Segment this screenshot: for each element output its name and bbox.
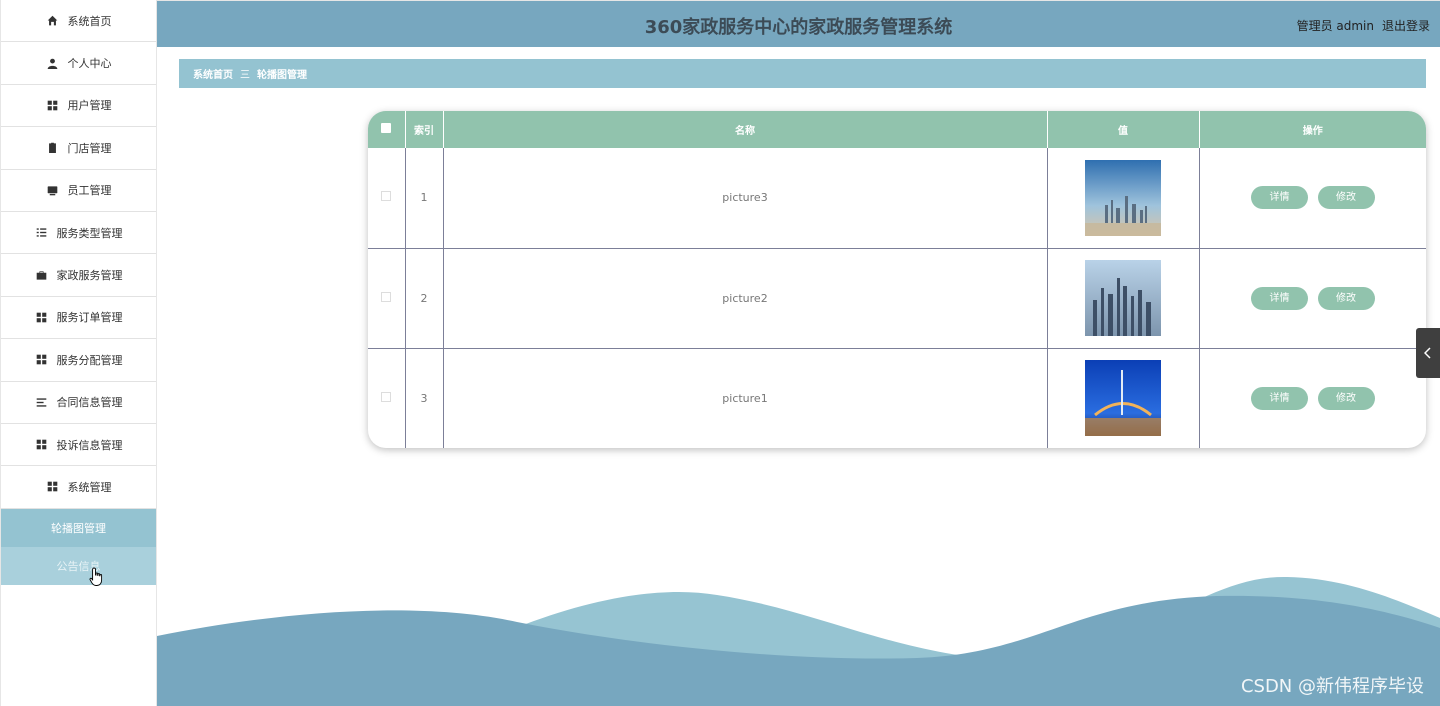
row-name: picture2 (443, 248, 1048, 348)
sidebar-item-staff[interactable]: 员工管理 (1, 170, 156, 212)
row-index: 3 (405, 348, 444, 448)
sidebar-item-orders[interactable]: 服务订单管理 (1, 297, 156, 340)
sidebar-item-profile[interactable]: 个人中心 (1, 42, 156, 85)
row-actions: 详情 修改 (1199, 248, 1426, 348)
sidebar-item-label: 投诉信息管理 (56, 438, 123, 452)
row-checkbox[interactable] (381, 391, 392, 402)
row-name: picture3 (443, 148, 1048, 248)
app-title: 360家政服务中心的家政服务管理系统 (644, 17, 953, 38)
header-user-area: 管理员 admin 退出登录 (1297, 17, 1430, 34)
sidebar-item-complaints[interactable]: 投诉信息管理 (1, 424, 156, 467)
row-value-cell (1047, 348, 1200, 448)
carousel-table-card: 索引 名称 值 操作 1 picture3 详情 修改 2 picture2 详… (368, 111, 1426, 448)
column-header-value: 值 (1047, 111, 1200, 148)
sidebar-item-assignment[interactable]: 服务分配管理 (1, 339, 156, 382)
home-icon (46, 14, 60, 28)
table-row: 1 picture3 详情 修改 (368, 148, 1426, 248)
monitor-icon (46, 183, 60, 197)
breadcrumb-home[interactable]: 系统首页 (193, 66, 233, 81)
select-all-header[interactable] (368, 111, 406, 148)
row-index: 2 (405, 248, 444, 348)
column-header-name: 名称 (443, 111, 1048, 148)
sidebar-item-label: 系统管理 (67, 480, 112, 494)
table-row: 2 picture2 详情 修改 (368, 248, 1426, 348)
sidebar-item-label: 系统首页 (67, 14, 112, 28)
side-panel-toggle[interactable] (1416, 328, 1440, 378)
sidebar-subitem-notices[interactable]: 公告信息 (1, 546, 156, 586)
breadcrumb: 系统首页 三 轮播图管理 (179, 59, 1426, 88)
top-header: 360家政服务中心的家政服务管理系统 管理员 admin 退出登录 (157, 0, 1440, 47)
sidebar: 系统首页 个人中心 用户管理 门店管理 员工管理 服务类型管理 家政服务管理 服… (0, 0, 157, 706)
sidebar-item-label: 员工管理 (67, 184, 112, 198)
sidebar-item-label: 合同信息管理 (56, 396, 123, 410)
menu-icon (35, 395, 49, 409)
carousel-image-thumbnail[interactable] (1085, 360, 1161, 437)
row-select-cell[interactable] (368, 248, 406, 348)
detail-button[interactable]: 详情 (1251, 386, 1308, 410)
sidebar-item-home-services[interactable]: 家政服务管理 (1, 254, 156, 297)
sidebar-item-label: 个人中心 (67, 57, 112, 71)
breadcrumb-separator: 三 (240, 70, 250, 81)
sidebar-item-stores[interactable]: 门店管理 (1, 127, 156, 170)
sidebar-item-label: 用户管理 (67, 99, 112, 113)
edit-button[interactable]: 修改 (1317, 286, 1375, 310)
sidebar-subitem-carousel[interactable]: 轮播图管理 (1, 508, 156, 547)
detail-button[interactable]: 详情 (1251, 186, 1308, 210)
row-value-cell (1047, 148, 1200, 248)
row-checkbox[interactable] (381, 191, 392, 202)
column-header-actions: 操作 (1302, 126, 1323, 137)
sidebar-item-label: 服务类型管理 (56, 226, 123, 240)
briefcase-icon (35, 268, 49, 282)
sidebar-item-label: 服务订单管理 (56, 311, 123, 325)
edit-button[interactable]: 修改 (1317, 386, 1375, 410)
sidebar-item-system[interactable]: 系统管理 (1, 466, 156, 509)
row-index: 1 (405, 148, 444, 248)
row-select-cell[interactable] (368, 348, 406, 448)
sidebar-item-label: 服务分配管理 (56, 353, 123, 367)
carousel-image-thumbnail[interactable] (1085, 260, 1161, 336)
user-icon (46, 56, 60, 70)
row-actions: 详情 修改 (1199, 348, 1426, 448)
breadcrumb-current: 轮播图管理 (257, 70, 307, 81)
grid-icon (46, 480, 60, 494)
edit-button[interactable]: 修改 (1317, 186, 1375, 210)
chevron-left-icon (1424, 347, 1431, 359)
sidebar-item-label: 家政服务管理 (56, 269, 123, 283)
sidebar-item-service-types[interactable]: 服务类型管理 (1, 212, 156, 255)
row-value-cell (1047, 248, 1200, 348)
table-row: 3 picture1 详情 修改 (368, 348, 1426, 448)
table-header-row: 索引 名称 值 操作 (368, 111, 1426, 148)
sidebar-item-contracts[interactable]: 合同信息管理 (1, 382, 156, 424)
hand-cursor-icon (89, 567, 103, 586)
row-name: picture1 (443, 348, 1048, 448)
detail-button[interactable]: 详情 (1251, 286, 1308, 310)
list-icon (35, 226, 49, 240)
grid-icon (35, 353, 49, 367)
carousel-image-thumbnail[interactable] (1085, 159, 1161, 236)
grid-icon (35, 438, 49, 452)
sidebar-subitem-label: 轮播图管理 (51, 521, 106, 535)
row-checkbox[interactable] (381, 291, 392, 302)
column-header-index: 索引 (405, 111, 444, 148)
carousel-table: 索引 名称 值 操作 1 picture3 详情 修改 2 picture2 详… (368, 111, 1426, 448)
grid-icon (46, 98, 60, 112)
watermark: CSDN @新伟程序毕设 (1240, 676, 1424, 697)
sidebar-item-users[interactable]: 用户管理 (1, 85, 156, 128)
select-all-checkbox[interactable] (381, 123, 392, 133)
current-user: 管理员 admin (1296, 19, 1374, 33)
clipboard-icon (46, 141, 60, 155)
grid-icon (35, 310, 49, 324)
row-actions: 详情 修改 (1199, 148, 1426, 248)
sidebar-item-home[interactable]: 系统首页 (1, 0, 156, 43)
row-select-cell[interactable] (368, 148, 406, 248)
logout-link[interactable]: 退出登录 (1382, 17, 1430, 34)
sidebar-item-label: 门店管理 (67, 141, 112, 155)
